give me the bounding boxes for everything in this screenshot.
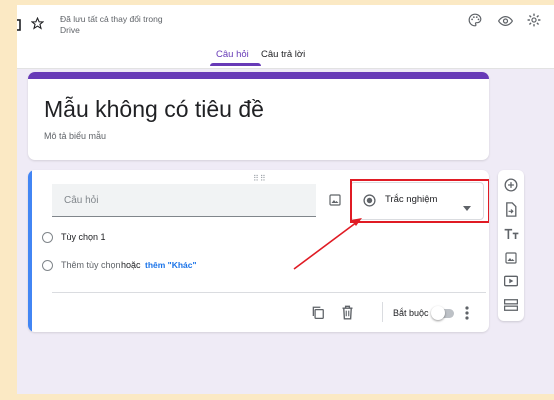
- more-options-icon[interactable]: [465, 306, 469, 325]
- save-status-line1: Đã lưu tất cả thay đổi trong: [60, 14, 163, 24]
- title-card-accent-strip: [28, 72, 489, 79]
- form-title[interactable]: Mẫu không có tiêu đề: [44, 96, 264, 123]
- folder-icon[interactable]: [17, 18, 23, 36]
- delete-icon[interactable]: [341, 305, 354, 325]
- add-title-icon[interactable]: [504, 227, 519, 245]
- save-status: Đã lưu tất cả thay đổi trong Drive: [60, 14, 163, 36]
- tab-responses[interactable]: Câu trả lời: [261, 49, 305, 60]
- settings-gear-icon[interactable]: [527, 13, 541, 32]
- side-toolbar: [498, 170, 524, 321]
- drag-handle-icon[interactable]: ⠿⠿: [253, 174, 267, 183]
- save-status-line2: Drive: [60, 25, 80, 35]
- app-window: Đã lưu tất cả thay đổi trong Drive Câu h…: [17, 5, 554, 394]
- add-option-radio: [42, 260, 53, 271]
- top-bar: Đã lưu tất cả thay đổi trong Drive Câu h…: [17, 5, 554, 69]
- add-section-icon[interactable]: [503, 298, 519, 316]
- question-placeholder: Câu hỏi: [64, 195, 99, 206]
- add-video-icon[interactable]: [503, 274, 519, 292]
- palette-icon[interactable]: [468, 13, 482, 32]
- option-radio: [42, 232, 53, 243]
- add-option-link[interactable]: Thêm tùy chọn: [61, 260, 121, 270]
- active-card-indicator: [28, 170, 32, 332]
- add-other-link[interactable]: thêm "Khác": [145, 260, 197, 270]
- active-tab-indicator: [210, 63, 261, 66]
- form-description[interactable]: Mô tả biểu mẫu: [44, 131, 106, 141]
- required-label: Bắt buộc: [393, 308, 429, 318]
- footer-vertical-divider: [382, 302, 383, 322]
- question-input[interactable]: Câu hỏi: [52, 184, 316, 217]
- card-footer-divider: [52, 292, 486, 293]
- form-editor-area: Mẫu không có tiêu đề Mô tả biểu mẫu ⠿⠿ C…: [17, 69, 554, 394]
- star-icon[interactable]: [30, 16, 45, 35]
- duplicate-icon[interactable]: [311, 305, 325, 325]
- form-title-card: Mẫu không có tiêu đề Mô tả biểu mẫu: [28, 72, 489, 160]
- add-image-icon[interactable]: [505, 251, 517, 269]
- add-image-icon[interactable]: [329, 193, 341, 211]
- or-label: hoặc: [121, 260, 141, 270]
- add-question-icon[interactable]: [504, 178, 518, 197]
- question-card: ⠿⠿ Câu hỏi Trắc nghiệm Tùy chọn 1 Thêm t…: [28, 170, 489, 332]
- required-toggle-knob[interactable]: [431, 306, 445, 320]
- tab-questions[interactable]: Câu hỏi: [216, 49, 249, 60]
- preview-eye-icon[interactable]: [497, 14, 514, 32]
- highlight-annotation-box: [350, 179, 489, 223]
- option-label[interactable]: Tùy chọn 1: [61, 232, 106, 242]
- import-questions-icon[interactable]: [505, 202, 517, 222]
